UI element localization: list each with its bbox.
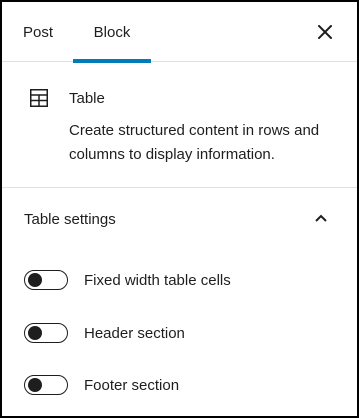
fixed-width-toggle[interactable] [24, 270, 68, 290]
toggle-knob [28, 273, 42, 287]
toggle-row-footer-section: Footer section [24, 373, 179, 397]
table-icon [30, 89, 48, 107]
inspector-tabs: Post Block [2, 2, 357, 63]
chevron-up-icon [315, 214, 327, 222]
header-section-label[interactable]: Header section [84, 325, 185, 342]
header-section-toggle[interactable] [24, 323, 68, 343]
toggle-row-fixed-width: Fixed width table cells [24, 268, 231, 292]
table-settings-title: Table settings [24, 211, 116, 228]
toggle-knob [28, 378, 42, 392]
tab-block[interactable]: Block [73, 2, 151, 63]
close-icon [318, 25, 332, 39]
block-description: Create structured content in rows and co… [69, 122, 320, 163]
block-title: Table [69, 90, 105, 107]
close-button[interactable] [313, 20, 337, 44]
footer-section-label[interactable]: Footer section [84, 377, 179, 394]
toggle-knob [28, 326, 42, 340]
block-card: Table Create structured content in rows … [2, 62, 357, 188]
table-settings-panel: Table settings Fixed width table cells H… [2, 188, 357, 414]
footer-section-toggle[interactable] [24, 375, 68, 395]
tab-post[interactable]: Post [12, 2, 64, 62]
block-inspector-panel: Post Block Table Create structured conte… [2, 2, 357, 416]
toggle-row-header-section: Header section [24, 321, 185, 345]
tab-post-label: Post [22, 23, 53, 41]
tab-block-label: Block [93, 23, 131, 41]
fixed-width-label[interactable]: Fixed width table cells [84, 272, 231, 289]
table-settings-toggle[interactable]: Table settings [2, 188, 357, 250]
